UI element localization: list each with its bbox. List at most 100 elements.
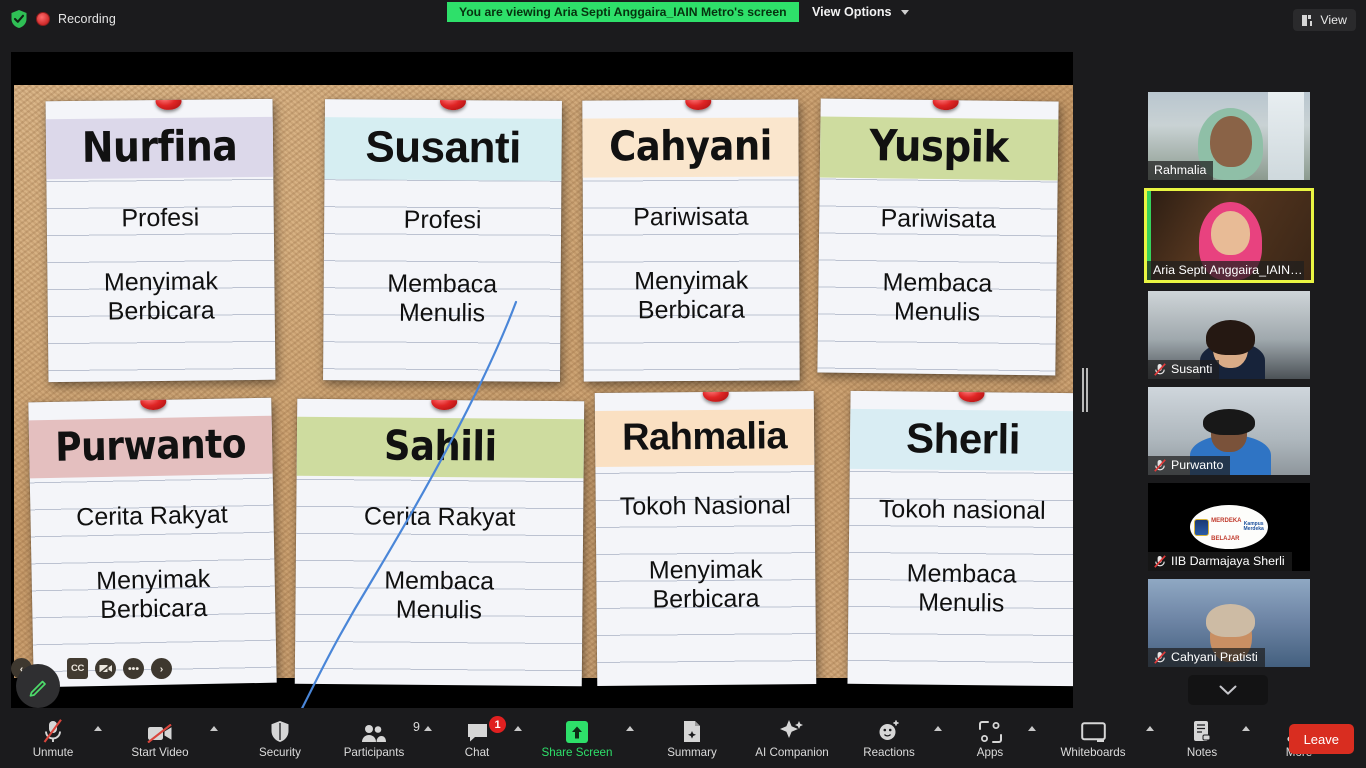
participant-thumbnail[interactable]: Susanti [1148,291,1310,379]
note-name-band: Sherli [849,408,1073,472]
note-name: Susanti [365,122,522,173]
participant-name-label: Aria Septi Anggaira_IAIN… [1147,261,1305,280]
shared-screen-stage[interactable]: Nurfina Profesi Menyimak Berbicara Susanti Pr… [11,52,1073,708]
chevron-up-icon[interactable] [424,725,432,731]
toolbar-label: Unmute [32,746,74,759]
chevron-up-icon[interactable] [94,725,102,731]
participant-name-label: IIB Darmajaya Sherli [1148,552,1292,571]
toolbar-button-unmute[interactable]: Unmute [18,710,88,768]
note-name-band: Rahmalia [594,409,815,467]
sticky-note: Sahili Cerita Rakyat Membaca Menulis [294,398,585,687]
microphone-muted-icon [1154,650,1166,664]
recording-indicator-icon[interactable] [36,12,50,26]
apps-icon [978,719,1002,743]
toolbar-label: Start Video [131,746,189,759]
toolbar-button-participants[interactable]: Participants 9 [330,710,420,768]
share-banner: You are viewing Aria Septi Anggaira_IAIN… [447,2,799,22]
toolbar-button-whiteboards[interactable]: Whiteboards [1046,710,1140,768]
toolbar-button-ai-companion[interactable]: AI Companion [744,710,840,768]
note-name-band: Purwanto [28,415,273,479]
chevron-up-icon[interactable] [514,725,522,731]
view-options-button[interactable]: View Options [802,0,919,24]
toolbar-button-notes[interactable]: Notes [1168,710,1236,768]
video-off-icon [147,719,173,743]
toolbar-button-security[interactable]: Security [240,710,320,768]
toolbar-button-summary[interactable]: Summary [656,710,728,768]
whiteboard-icon [1080,719,1106,743]
note-name-band: Susanti [324,117,562,181]
video-off-icon[interactable] [95,658,116,679]
note-skill-1: Menyimak [95,564,211,595]
chevron-up-icon[interactable] [210,725,218,731]
toolbar-button-apps[interactable]: Apps [958,710,1022,768]
note-content: Rahmalia Tokoh Nasional Menyimak Berbicara [594,391,817,686]
leave-label: Leave [1303,731,1339,747]
participant-thumbnail[interactable]: Aria Septi Anggaira_IAIN… [1144,188,1314,283]
toolbar-button-share-screen[interactable]: Share Screen [534,710,620,768]
sticky-note: Sherli Tokoh nasional Membaca Menulis [847,390,1073,687]
note-skills: Menyimak Berbicara [96,564,211,625]
leave-button[interactable]: Leave [1288,724,1354,754]
participant-thumbnail-strip: Rahmalia Aria Septi Anggaira_IAIN… Susan… [1144,92,1314,682]
note-skills: Menyimak Berbicara [649,555,763,615]
emoji-plus-icon [877,719,901,743]
participant-name-label: Rahmalia [1148,161,1214,180]
toolbar-label: Participants [343,746,405,759]
forward-arrow-icon[interactable]: › [151,658,172,679]
participant-thumbnail[interactable]: Rahmalia [1148,92,1310,180]
note-skill-2: Menulis [893,297,981,327]
note-skill-1: Menyimak [103,266,219,297]
chevron-up-icon[interactable] [1242,725,1250,731]
shield-check-icon[interactable] [10,9,28,29]
participants-icon [361,719,387,743]
note-skill-2: Menulis [918,588,1005,618]
note-topic: Profesi [121,203,200,233]
more-dots-icon[interactable]: ••• [123,658,144,679]
toolbar-label: Notes [1186,746,1218,759]
note-topic: Cerita Rakyat [76,500,228,532]
chevron-up-icon[interactable] [1146,725,1154,731]
panel-drag-handle[interactable] [1082,368,1088,412]
note-name: Yuspik [869,121,1009,173]
toolbar-label: Chat [464,746,490,759]
note-name-band: Sahili [296,416,585,479]
view-button[interactable]: View [1293,9,1356,31]
note-topic: Tokoh nasional [878,495,1046,525]
note-topic: Tokoh Nasional [619,491,791,521]
toolbar-button-reactions[interactable]: Reactions [850,710,928,768]
participant-name-text: Rahmalia [1154,163,1207,177]
participant-thumbnail[interactable]: MERDEKA BELAJAR Kampus Merdeka IIB Darmaja… [1148,483,1310,571]
microphone-muted-icon [1154,554,1166,568]
toolbar-group-notes: Notes [1168,710,1250,768]
closed-caption-icon[interactable]: CC [67,658,88,679]
top-bar-left: Recording [0,9,116,29]
sticky-note: Nurfina Profesi Menyimak Berbicara [45,98,276,383]
logo-kampus-text: Kampus Merdeka [1243,521,1264,532]
participant-count: 9 [413,720,420,734]
toolbar-group-participants: Participants 9 [330,710,432,768]
layout-grid-icon [1302,14,1314,26]
toolbar-group-unmute: Unmute [18,710,102,768]
participant-name-label: Susanti [1148,360,1220,379]
chevron-up-icon[interactable] [1028,725,1036,731]
pen-icon[interactable] [16,664,60,708]
thumbnail-scroll-down-button[interactable] [1188,675,1268,705]
note-skill-2: Berbicara [637,295,745,325]
note-skill-1: Menyimak [648,555,763,584]
note-skill-1: Menyimak [634,266,749,295]
note-skill-1: Membaca [906,558,1017,589]
note-name-band: Nurfina [45,116,274,180]
chevron-up-icon[interactable] [934,725,942,731]
participant-name-text: IIB Darmajaya Sherli [1171,554,1285,568]
recording-label: Recording [58,12,116,26]
participant-name-text: Susanti [1171,362,1213,376]
note-topic: Pariwisata [880,204,997,234]
note-content: Sherli Tokoh nasional Membaca Menulis [847,391,1073,686]
note-topic: Profesi [403,205,482,235]
chevron-up-icon[interactable] [626,725,634,731]
participant-thumbnail[interactable]: Cahyani Pratisti [1148,579,1310,667]
toolbar-label: Reactions [863,746,915,759]
toolbar-button-start-video[interactable]: Start Video [116,710,204,768]
toolbar-button-chat[interactable]: Chat 1 [446,710,508,768]
participant-thumbnail[interactable]: Purwanto [1148,387,1310,475]
